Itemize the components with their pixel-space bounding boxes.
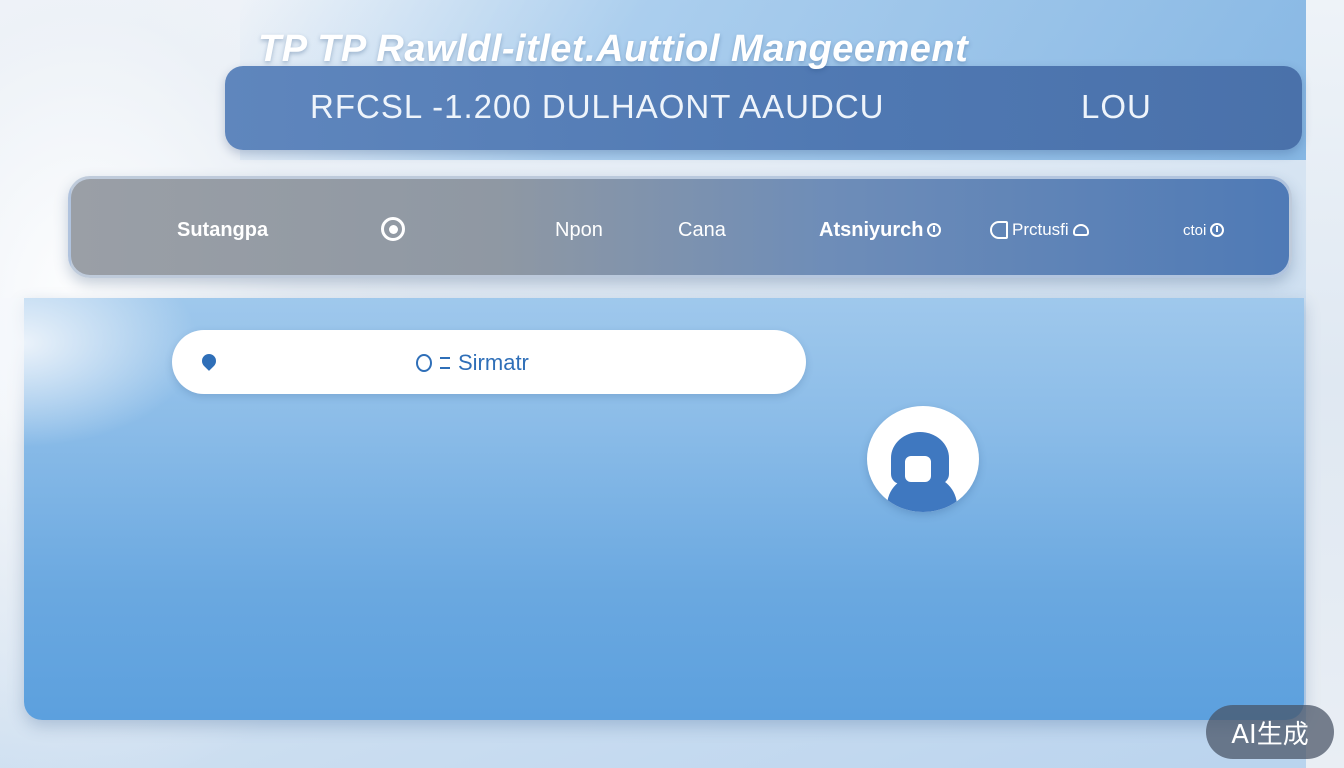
search-text: Sirmatr xyxy=(458,350,529,375)
settings-icon xyxy=(927,223,942,237)
search-field-content: Sirmatr xyxy=(416,350,529,376)
ring-icon xyxy=(416,354,432,372)
banner-right-text: LOU xyxy=(1081,88,1152,125)
nav-item-cana[interactable]: Cana xyxy=(678,217,726,243)
record-icon[interactable] xyxy=(381,217,405,241)
nav-item-label: Atsniyurch xyxy=(819,218,924,241)
nav-item-atsniyurch[interactable]: Atsniyurch xyxy=(819,217,942,243)
nav-item-label: Sutangpa xyxy=(177,218,269,241)
nav-item-sutangpa[interactable]: Sutangpa xyxy=(177,217,268,243)
ai-generated-badge: AI生成 xyxy=(1206,705,1334,759)
nav-item-label: Cana xyxy=(678,218,726,241)
location-pin-icon xyxy=(199,351,219,371)
right-edge-strip xyxy=(1306,0,1344,768)
search-input[interactable]: Sirmatr xyxy=(172,330,806,394)
cloud-icon xyxy=(1072,224,1089,236)
nav-item-ctoi[interactable]: ctoi xyxy=(1183,217,1225,243)
info-icon xyxy=(1210,223,1225,237)
nav-item-label: Npon xyxy=(555,218,603,241)
nav-item-npon[interactable]: Npon xyxy=(555,217,603,243)
page-title: TP TP Rawldl-itlet.Auttiol Mangeement xyxy=(258,28,969,70)
subtitle-banner: RFCSL -1.200 DULHAONT AAUDCU LOU xyxy=(225,66,1302,150)
nav-item-prctusfi[interactable]: Prctusfi xyxy=(990,217,1089,243)
nav-item-label: Prctusfi xyxy=(1012,220,1069,239)
nav-item-label: ctoi xyxy=(1183,221,1207,239)
nav-bar: Sutangpa Npon Cana Atsniyurch Prctusfi c… xyxy=(68,176,1292,278)
toggle-icon xyxy=(990,221,1008,239)
banner-left-text: RFCSL -1.200 DULHAONT AAUDCU xyxy=(310,88,885,125)
user-avatar-icon[interactable] xyxy=(867,406,979,512)
equals-icon xyxy=(440,357,450,369)
